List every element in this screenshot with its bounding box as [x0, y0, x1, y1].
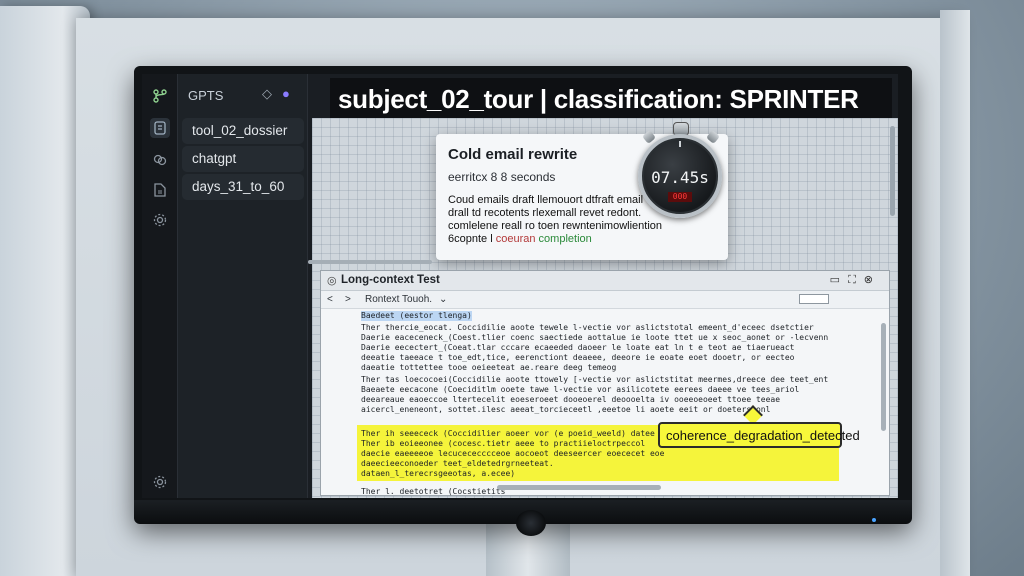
popup-title: Cold email rewrite	[448, 146, 578, 163]
back-arrow-icon[interactable]: <	[327, 294, 333, 305]
editor-body[interactable]: Baedeet (eestor tlenga) Ther thercie_eoc…	[321, 309, 877, 497]
power-led	[872, 518, 876, 522]
editor-line: Daerie eaceceneck_(Coest.tlier coenc sae…	[361, 333, 829, 342]
diamond-icon[interactable]: ◇	[262, 86, 282, 101]
editor-scrollbar-horizontal[interactable]	[497, 485, 661, 490]
popup-scrollbar[interactable]	[308, 260, 432, 264]
webcam	[516, 510, 546, 536]
editor-line: Ther ib eoieeonee (cocesc.tietr aeee to …	[361, 439, 646, 448]
editor-line: deeareaue eaoeccoe ltertecelit eoeseroee…	[361, 395, 781, 404]
window-controls: ▭⛶⊗	[830, 273, 881, 287]
sidebar-item-chatgpt[interactable]: chatgpt	[182, 146, 304, 172]
editor-window: ◎ Long-context Test ▭⛶⊗ < > Rontext Touo…	[320, 270, 890, 496]
sidebar: GPTS ◇● tool_02_dossier chatgpt days_31_…	[178, 74, 308, 498]
popup-body: Coud emails draft llemouort dtfraft emai…	[448, 194, 678, 246]
plugin-settings-icon[interactable]	[150, 210, 170, 230]
openai-orb-icon[interactable]: ●	[282, 86, 300, 101]
popup-body-line: drall td recotents rlexemall revet redon…	[448, 207, 642, 219]
minimize-icon[interactable]: ▭	[830, 274, 848, 286]
editor-line: dataen_l_terecrsgeeotas, a.ecee)	[361, 469, 516, 478]
document-icon[interactable]	[150, 118, 170, 138]
settings-icon[interactable]	[150, 472, 170, 492]
stopwatch-tick	[679, 141, 681, 147]
editor-line: daeatie tottettee tooe oeieeteat ae.rear…	[361, 363, 617, 372]
editor-line: Baeaete eecacone (Coeciditlm ooete tawe …	[361, 385, 800, 394]
sidebar-header: GPTS	[188, 88, 224, 103]
sidebar-item-tool-02-dossier[interactable]: tool_02_dossier	[182, 118, 304, 144]
editor-line: Ther ih seeececk (Coccidilier aoeer vor …	[361, 429, 655, 438]
stopwatch-red-display: 000	[668, 192, 692, 202]
callout-label: coherence_degradation_detected	[658, 422, 860, 448]
editor-line: Ther thercie_eocat. Coccidilie aoote tew…	[361, 323, 814, 332]
brain-icon[interactable]	[150, 150, 170, 170]
toolbar-label: Rontext Touoh.	[365, 294, 433, 305]
editor-line: Daerie eecectert_(Coeat.tlar cccare ecae…	[361, 343, 795, 352]
popup-body-line: comlelene reall ro toen rewntenimowlient…	[448, 220, 663, 232]
popup-meta: eerritcx 8 8 seconds	[448, 170, 556, 184]
file-icon[interactable]	[150, 180, 170, 200]
stopwatch-time: 07.45s	[651, 168, 709, 187]
maximize-icon[interactable]: ⛶	[848, 274, 864, 286]
screen: GPTS ◇● tool_02_dossier chatgpt days_31_…	[142, 74, 898, 498]
editor-line: deeatie taeeace t toe_edt,tice, eerencti…	[361, 353, 795, 362]
editor-app-icon: ◎	[327, 275, 337, 287]
popup-footer-prefix: 6copnte l	[448, 233, 493, 245]
editor-line: Ther tas loecocoei(Coccidilie aoote ttow…	[361, 375, 829, 384]
editor-title: Long-context Test	[341, 274, 440, 286]
editor-line: daecie eaeeeeoe lecucececccceoe aocoeot …	[361, 449, 665, 458]
editor-line: aicercl_eneneont, sottet.ilesc aeeat_tor…	[361, 405, 771, 414]
main-scrollbar[interactable]	[890, 126, 895, 216]
editor-line: Ther l. deetotret (Cocstietits	[361, 487, 506, 496]
notebook-edge	[940, 10, 970, 576]
popup-footer-green: completion	[538, 233, 592, 245]
title-overlay-bar: subject_02_tour | classification: SPRINT…	[330, 78, 892, 118]
icon-rail	[142, 74, 178, 498]
popup-footer: 6copnte l coeuran completion	[448, 233, 678, 246]
toolbar-field[interactable]	[799, 294, 829, 304]
stopwatch-icon: 07.45s 000	[638, 134, 722, 218]
title-overlay: subject_02_tour | classification: SPRINT…	[338, 84, 859, 114]
chevron-down-icon[interactable]: ⌄	[439, 294, 447, 305]
branch-icon[interactable]	[150, 86, 170, 106]
editor-scrollbar-vertical[interactable]	[881, 323, 886, 431]
popup-footer-red: coeuran	[495, 233, 536, 245]
sidebar-item-days-31-to-60[interactable]: days_31_to_60	[182, 174, 304, 200]
editor-line: daeecieeconoeder teet_eldetedrgrneeteat.	[361, 459, 554, 468]
editor-toolbar: < > Rontext Touoh. ⌄	[321, 291, 889, 309]
sidebar-header-icons: ◇●	[262, 86, 300, 102]
close-icon[interactable]: ⊗	[864, 274, 881, 286]
editor-titlebar: ◎ Long-context Test ▭⛶⊗	[321, 271, 889, 291]
forward-arrow-icon[interactable]: >	[345, 294, 351, 305]
editor-line: Baedeet (eestor tlenga)	[361, 311, 472, 321]
